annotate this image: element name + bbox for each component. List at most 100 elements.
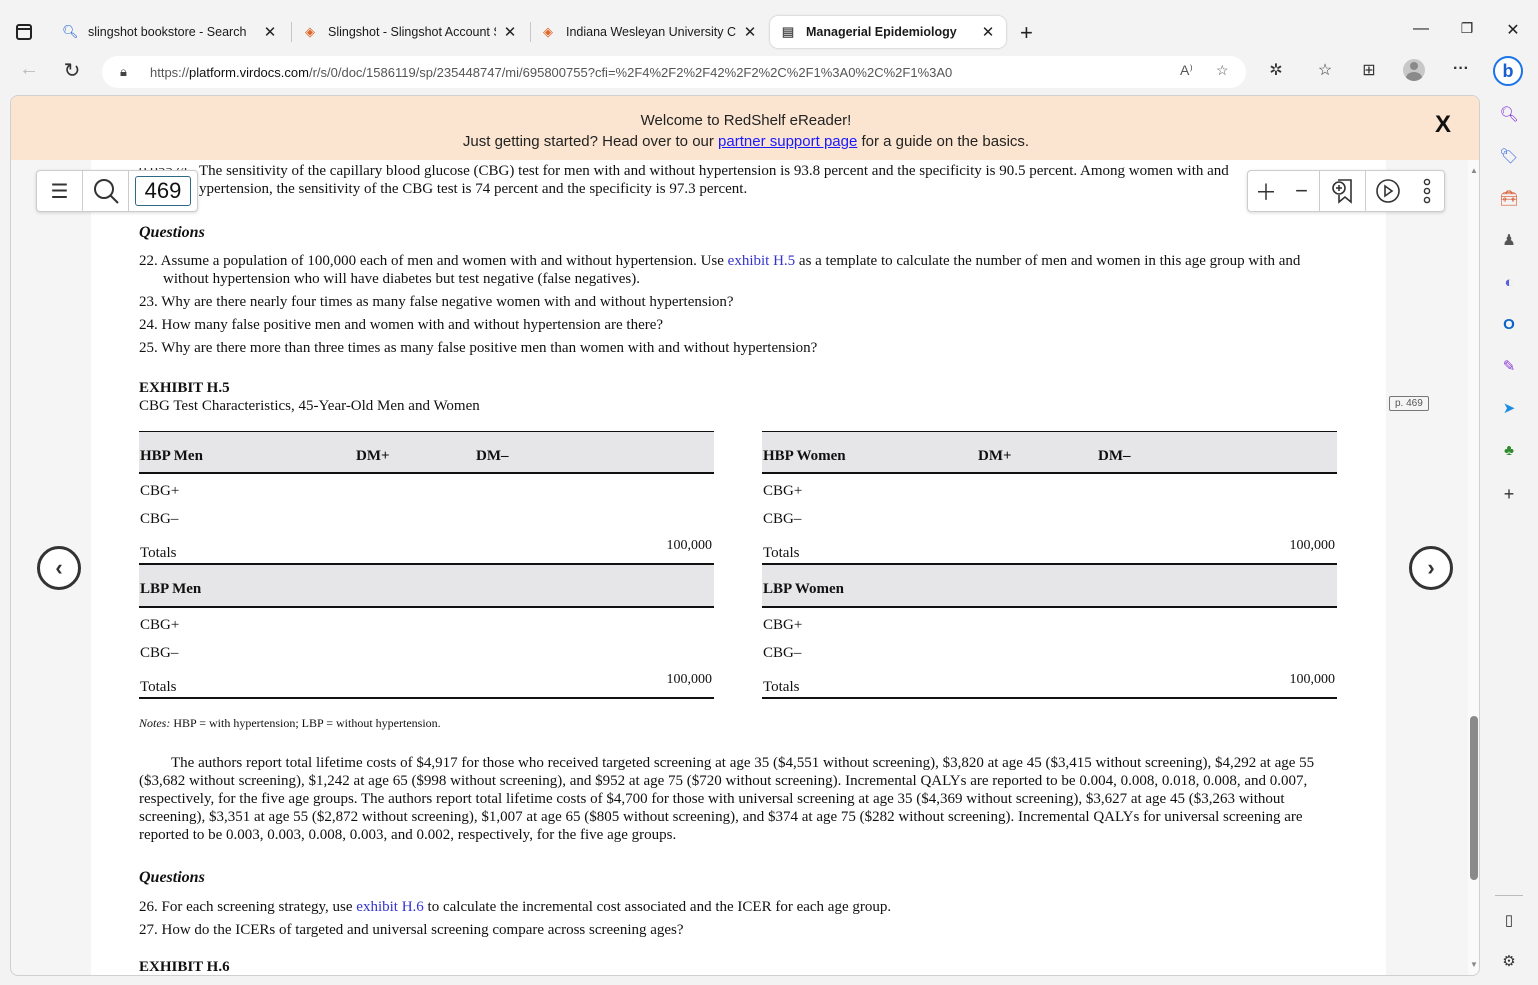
settings-icon[interactable]: ⚙ bbox=[1498, 950, 1520, 972]
search-button[interactable] bbox=[83, 171, 129, 211]
search-icon[interactable]: 🔍︎ bbox=[1498, 103, 1520, 125]
question-27: 27. How do the ICERs of targeted and uni… bbox=[139, 922, 684, 938]
back-button[interactable]: ← bbox=[15, 58, 43, 81]
refresh-button[interactable]: ↻ bbox=[58, 58, 86, 83]
table-lbp-men: LBP Men CBG+ CBG– Totals 100,000 bbox=[139, 565, 714, 699]
page-number-input[interactable]: 469 bbox=[135, 176, 191, 206]
zoom-in-button[interactable]: ＋ bbox=[1248, 171, 1284, 211]
collections-icon[interactable]: ⊞ bbox=[1357, 60, 1381, 80]
scroll-down-arrow[interactable]: ▼ bbox=[1470, 960, 1478, 969]
edge-sidebar: 🔍︎ 🏷︎ 🧰︎ ♟ ◐ O ✎ ➤ ♣ + ▯ ⚙ bbox=[1490, 95, 1538, 985]
exhibit-h5-link[interactable]: exhibit H.5 bbox=[728, 253, 796, 269]
table-hbp-women: HBP Women DM+ DM– CBG+ CBG– Totals 100,00… bbox=[762, 431, 1337, 565]
question-26: 26. For each screening strategy, use exh… bbox=[139, 899, 892, 915]
menu-icon: ☰ bbox=[50, 180, 69, 203]
add-bookmark-button[interactable] bbox=[1320, 171, 1366, 211]
table-row: CBG– bbox=[763, 511, 802, 527]
question-23: 23. Why are there nearly four times as m… bbox=[139, 294, 734, 310]
tab-indiana-wesleyan[interactable]: ◈ Indiana Wesleyan University Cam ✕ bbox=[530, 16, 768, 48]
reader-icon: ▤ bbox=[781, 24, 795, 39]
banner-subtitle: Just getting started? Head over to our p… bbox=[462, 133, 1030, 150]
zoom-out-button[interactable]: − bbox=[1284, 171, 1320, 211]
tree-icon[interactable]: ♣ bbox=[1498, 439, 1520, 461]
tab-actions-button[interactable] bbox=[16, 24, 32, 40]
read-aloud-button[interactable] bbox=[1366, 171, 1410, 211]
question-24: 24. How many false positive men and wome… bbox=[139, 317, 664, 333]
minimize-button[interactable]: — bbox=[1411, 20, 1431, 38]
send-icon[interactable]: ➤ bbox=[1498, 397, 1520, 419]
add-sidebar-app-icon[interactable]: + bbox=[1498, 483, 1520, 505]
table-row: CBG+ bbox=[140, 617, 180, 633]
table-header: HBP Men DM+ DM– bbox=[139, 431, 714, 474]
partner-support-link[interactable]: partner support page bbox=[718, 133, 857, 150]
slingshot-icon: ◈ bbox=[305, 24, 315, 39]
add-favorite-icon[interactable]: ☆ bbox=[1216, 62, 1229, 79]
table-row-totals: Totals 100,000 bbox=[139, 530, 714, 565]
exhibit-h6-link[interactable]: exhibit H.6 bbox=[356, 899, 424, 915]
tools-icon[interactable]: 🧰︎ bbox=[1498, 187, 1520, 209]
banner-close-button[interactable]: X bbox=[1435, 113, 1451, 137]
play-icon bbox=[1376, 179, 1400, 203]
profile-avatar[interactable] bbox=[1403, 59, 1425, 81]
table-lbp-women: LBP Women CBG+ CBG– Totals 100,000 bbox=[762, 565, 1337, 699]
new-tab-button[interactable]: + bbox=[1020, 20, 1033, 46]
more-options-button[interactable] bbox=[1410, 171, 1444, 211]
close-tab-icon[interactable]: ✕ bbox=[262, 23, 278, 41]
scroll-up-arrow[interactable]: ▲ bbox=[1470, 166, 1478, 175]
tab-slingshot-account[interactable]: ◈ Slingshot - Slingshot Account Stu ✕ bbox=[292, 16, 528, 48]
table-header: HBP Women DM+ DM– bbox=[762, 431, 1337, 474]
games-icon[interactable]: ♟ bbox=[1498, 229, 1520, 251]
restore-button[interactable]: ❐ bbox=[1457, 20, 1477, 37]
table-header: LBP Men bbox=[139, 565, 714, 608]
next-exhibit-title: EXHIBIT H.6 bbox=[139, 959, 230, 975]
table-row: CBG+ bbox=[763, 617, 803, 633]
bing-copilot-icon[interactable]: b bbox=[1493, 56, 1523, 86]
table-row-totals: Totals 100,000 bbox=[762, 530, 1337, 565]
hide-sidebar-icon[interactable]: ▯ bbox=[1498, 909, 1520, 931]
tab-strip: 🔍︎ slingshot bookstore - Search ✕ ◈ Slin… bbox=[0, 10, 1538, 54]
chevron-right-icon: › bbox=[1427, 555, 1435, 580]
microsoft-365-icon[interactable]: ◐ bbox=[1498, 271, 1520, 293]
document-page: 0.05524 The sensitivity of the capillary… bbox=[91, 160, 1386, 975]
table-row: CBG– bbox=[140, 645, 179, 661]
more-menu-icon[interactable]: ··· bbox=[1449, 60, 1473, 78]
questions-heading: Questions bbox=[139, 224, 205, 241]
more-vertical-icon bbox=[1423, 178, 1431, 204]
extensions-icon[interactable]: ✲ bbox=[1264, 60, 1288, 80]
favorites-icon[interactable]: ☆ bbox=[1313, 60, 1337, 80]
table-header: LBP Women bbox=[762, 565, 1337, 608]
sidebar-divider bbox=[1495, 895, 1523, 896]
sensitivity-paragraph-line1: The sensitivity of the capillary blood g… bbox=[199, 163, 1229, 179]
outlook-icon[interactable]: O bbox=[1498, 313, 1520, 335]
table-of-contents-button[interactable]: ☰ bbox=[37, 171, 83, 211]
previous-page-button[interactable]: ‹ bbox=[37, 546, 81, 590]
question-22: 22. Assume a population of 100,000 each … bbox=[139, 253, 1301, 287]
search-icon bbox=[93, 179, 119, 204]
questions-list: 22. Assume a population of 100,000 each … bbox=[139, 252, 1334, 362]
close-tab-icon[interactable]: ✕ bbox=[980, 23, 996, 41]
exhibit-subtitle: CBG Test Characteristics, 45-Year-Old Me… bbox=[139, 398, 480, 414]
lock-icon: 🔒︎ bbox=[120, 64, 127, 79]
exhibit-notes: Notes: HBP = with hypertension; LBP = wi… bbox=[139, 716, 441, 730]
image-creator-icon[interactable]: ✎ bbox=[1498, 355, 1520, 377]
window-close-button[interactable]: ✕ bbox=[1503, 20, 1523, 40]
question-25: 25. Why are there more than three times … bbox=[139, 340, 818, 356]
read-aloud-icon[interactable]: A⁾ bbox=[1180, 62, 1193, 79]
url-text: https://platform.virdocs.com/r/s/0/doc/1… bbox=[150, 64, 953, 80]
close-tab-icon[interactable]: ✕ bbox=[742, 23, 758, 41]
next-page-button[interactable]: › bbox=[1409, 546, 1453, 590]
plus-icon: ＋ bbox=[1254, 180, 1277, 205]
address-bar[interactable]: 🔒︎ https://platform.virdocs.com/r/s/0/do… bbox=[102, 56, 1246, 88]
tab-slingshot-search[interactable]: 🔍︎ slingshot bookstore - Search ✕ bbox=[52, 16, 288, 48]
banner-title: Welcome to RedShelf eReader! bbox=[640, 112, 852, 129]
slingshot-icon: ◈ bbox=[543, 24, 553, 39]
scrollbar-thumb[interactable] bbox=[1470, 716, 1478, 880]
close-tab-icon[interactable]: ✕ bbox=[502, 23, 518, 41]
tab-managerial-epidemiology[interactable]: ▤ Managerial Epidemiology ✕ bbox=[770, 16, 1006, 48]
table-hbp-men: HBP Men DM+ DM– CBG+ CBG– Totals 100,000 bbox=[139, 431, 714, 565]
page-badge: p. 469 bbox=[1389, 396, 1429, 411]
chevron-left-icon: ‹ bbox=[55, 555, 63, 580]
vertical-scrollbar[interactable]: ▲ ▼ bbox=[1468, 160, 1479, 975]
shopping-tag-icon[interactable]: 🏷︎ bbox=[1498, 145, 1520, 167]
table-row: CBG+ bbox=[140, 483, 180, 499]
